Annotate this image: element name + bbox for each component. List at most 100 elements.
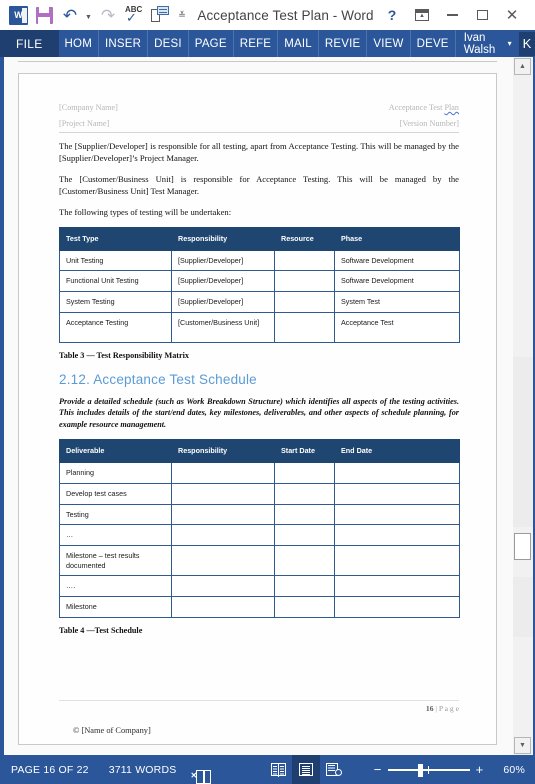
table-row[interactable]: Acceptance Testing [Customer/Business Un… <box>59 311 460 343</box>
cell[interactable] <box>274 575 335 598</box>
cell[interactable] <box>274 462 335 484</box>
cell[interactable] <box>171 544 275 577</box>
scrollbar-thumb[interactable] <box>514 533 531 560</box>
tab-file[interactable]: FILE <box>0 30 59 57</box>
table-row[interactable]: Milestone – test results documented <box>59 544 460 577</box>
cell[interactable] <box>334 596 460 618</box>
cell[interactable] <box>334 575 460 598</box>
cell[interactable]: Functional Unit Testing <box>59 270 172 292</box>
table-row[interactable]: Testing <box>59 503 460 526</box>
cell[interactable]: [Supplier/Developer] <box>171 249 275 272</box>
cell[interactable] <box>171 596 275 618</box>
cell[interactable]: Planning <box>59 462 172 484</box>
tab-insert[interactable]: INSER <box>99 30 149 57</box>
cell[interactable] <box>274 290 335 313</box>
zoom-level[interactable]: 60% <box>489 764 525 776</box>
cell[interactable] <box>274 482 335 505</box>
tab-design[interactable]: DESI <box>148 30 189 57</box>
table-row[interactable]: System Testing [Supplier/Developer] Syst… <box>59 290 460 313</box>
cell[interactable] <box>274 544 335 577</box>
scroll-down-arrow-icon[interactable]: ▼ <box>514 737 531 754</box>
header-doc-title: Acceptance Test Plan <box>388 103 459 112</box>
undo-dropdown-icon[interactable]: ▼ <box>84 3 94 27</box>
table-row[interactable]: Planning <box>59 462 460 484</box>
cell[interactable]: …. <box>59 575 172 598</box>
cell[interactable]: Milestone – test results documented <box>59 544 172 577</box>
tab-developer[interactable]: DEVE <box>411 30 456 57</box>
cell[interactable] <box>171 482 275 505</box>
close-button[interactable]: ✕ <box>497 1 527 29</box>
cell[interactable]: System Testing <box>59 290 172 313</box>
table-row[interactable]: Functional Unit Testing [Supplier/Develo… <box>59 270 460 292</box>
cell[interactable] <box>274 596 335 618</box>
cell[interactable] <box>274 311 335 343</box>
customize-qat-icon[interactable]: ≚ <box>174 3 190 27</box>
document-page[interactable]: [Company Name] Acceptance Test Plan [Pro… <box>18 73 497 745</box>
cell[interactable]: Unit Testing <box>59 249 172 272</box>
print-preview-icon[interactable] <box>148 3 172 27</box>
table-row[interactable]: Milestone <box>59 596 460 618</box>
tab-page-layout[interactable]: PAGE <box>189 30 234 57</box>
cell[interactable] <box>274 249 335 272</box>
cell[interactable]: [Customer/Business Unit] <box>171 311 275 343</box>
table-row[interactable]: … <box>59 524 460 546</box>
document-header: [Company Name] Acceptance Test Plan [Pro… <box>59 100 459 131</box>
cell[interactable]: Software Development <box>334 249 460 272</box>
zoom-out-button[interactable]: − <box>368 763 388 776</box>
cell[interactable] <box>171 524 275 546</box>
print-layout-button[interactable] <box>292 755 321 784</box>
tab-review[interactable]: REVIE <box>319 30 368 57</box>
minimize-button[interactable] <box>437 1 467 29</box>
scroll-up-arrow-icon[interactable]: ▲ <box>514 58 531 75</box>
cell[interactable] <box>334 482 460 505</box>
table-row[interactable]: Develop test cases <box>59 482 460 505</box>
ribbon-display-options-icon[interactable] <box>407 1 437 29</box>
undo-icon[interactable]: ↶ <box>58 3 82 27</box>
cell[interactable]: Acceptance Test <box>334 311 460 343</box>
cell[interactable] <box>334 503 460 526</box>
cell[interactable] <box>334 544 460 577</box>
tab-references[interactable]: REFE <box>234 30 279 57</box>
cell[interactable]: Software Development <box>334 270 460 292</box>
table-row[interactable]: Unit Testing [Supplier/Developer] Softwa… <box>59 249 460 272</box>
spelling-grammar-icon[interactable]: ABC ✓ <box>122 3 146 27</box>
cell[interactable]: Milestone <box>59 596 172 618</box>
cell[interactable] <box>171 503 275 526</box>
zoom-slider[interactable] <box>387 763 470 777</box>
cell[interactable] <box>334 524 460 546</box>
avatar[interactable]: K <box>518 31 535 56</box>
tab-view[interactable]: VIEW <box>367 30 411 57</box>
cell[interactable] <box>274 503 335 526</box>
cell[interactable] <box>334 462 460 484</box>
cell[interactable] <box>171 575 275 598</box>
redo-icon[interactable]: ↷ <box>96 3 120 27</box>
save-icon[interactable] <box>32 3 56 27</box>
cell[interactable]: Testing <box>59 503 172 526</box>
account-chevron-down-icon[interactable]: ▾ <box>508 39 519 48</box>
zoom-slider-thumb[interactable] <box>417 763 423 777</box>
web-layout-button[interactable] <box>320 755 348 784</box>
cell[interactable]: Acceptance Testing <box>59 311 172 343</box>
cell[interactable] <box>274 270 335 292</box>
vertical-scrollbar[interactable]: ▲ ▼ <box>513 57 533 755</box>
table-row[interactable]: …. <box>59 575 460 598</box>
cell[interactable]: [Supplier/Developer] <box>171 270 275 292</box>
cell[interactable]: System Test <box>334 290 460 313</box>
cell[interactable]: [Supplier/Developer] <box>171 290 275 313</box>
word-count[interactable]: 3711 WORDS <box>99 764 187 776</box>
read-mode-button[interactable] <box>264 755 292 784</box>
tab-home[interactable]: HOM <box>59 30 99 57</box>
account-name[interactable]: Ivan Walsh <box>456 32 508 56</box>
zoom-in-button[interactable]: + <box>470 763 490 776</box>
paragraph-customer-responsibility: The [Customer/Business Unit] is responsi… <box>59 173 459 197</box>
cell[interactable]: … <box>59 524 172 546</box>
maximize-button[interactable] <box>467 1 497 29</box>
cell[interactable]: Develop test cases <box>59 482 172 505</box>
col-responsibility: Responsibility <box>171 439 275 464</box>
help-button[interactable]: ? <box>377 1 407 29</box>
cell[interactable] <box>274 524 335 546</box>
cell[interactable] <box>171 462 275 484</box>
tab-mailings[interactable]: MAIL <box>278 30 319 57</box>
word-logo-icon[interactable]: W <box>6 3 30 27</box>
page-indicator[interactable]: PAGE 16 OF 22 <box>0 764 99 776</box>
